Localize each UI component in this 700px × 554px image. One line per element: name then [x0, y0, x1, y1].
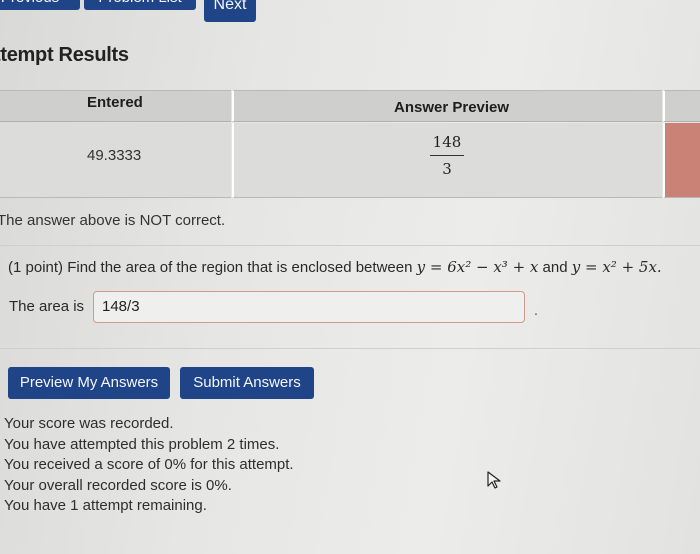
answer-preview-cell: 148 3	[232, 123, 662, 198]
problem-panel: (1 point) Find the area of the region th…	[0, 245, 700, 349]
problem-conjunction: and	[542, 259, 568, 276]
score-message: You have attempted this problem 2 times.	[4, 435, 280, 453]
column-header-entered: Entered	[0, 90, 231, 122]
previous-button[interactable]: Previous	[0, 0, 80, 10]
score-message: Your score was recorded.	[4, 415, 174, 432]
answer-input[interactable]: 148/3	[93, 291, 525, 323]
preview-answers-button[interactable]: Preview My Answers	[8, 367, 170, 399]
results-heading: ttempt Results	[0, 44, 129, 66]
incorrect-status-cell	[663, 123, 700, 198]
entered-value: 49.3333	[87, 147, 142, 164]
problem-statement: (1 point) Find the area of the region th…	[8, 258, 662, 276]
column-header-preview-label: Answer Preview	[394, 99, 510, 116]
column-header-answer-preview: Answer Preview	[232, 90, 662, 122]
curve1-rhs: 6x² − x³ + x	[447, 258, 539, 276]
problem-list-button[interactable]: Problem List	[84, 0, 196, 10]
results-table: Entered Answer Preview 49.3333 148 3	[0, 90, 700, 198]
column-header-entered-label: Entered	[87, 94, 143, 111]
curve2-lhs: y	[571, 258, 581, 276]
score-message: You have 1 attempt remaining.	[4, 497, 207, 514]
answer-label: The area is	[9, 298, 85, 315]
next-button[interactable]: Next	[204, 0, 256, 22]
submit-answers-button[interactable]: Submit Answers	[180, 367, 314, 399]
fraction-denominator: 3	[442, 160, 452, 178]
equals-sign-2: =	[580, 258, 603, 276]
answer-trailing-dot: .	[534, 302, 538, 318]
feedback-message: The answer above is NOT correct.	[0, 212, 226, 229]
entered-cell: 49.3333	[0, 123, 231, 198]
score-message: You received a score of 0% for this atte…	[4, 456, 294, 473]
equals-sign-1: =	[425, 258, 448, 276]
score-message: Your overall recorded score is 0%.	[4, 476, 232, 494]
curve2-rhs: x² + 5x.	[602, 258, 662, 276]
fraction-numerator: 148	[430, 133, 464, 156]
mouse-pointer-icon	[487, 471, 501, 489]
problem-points: (1 point)	[8, 259, 64, 276]
score-summary: Your score was recorded. You have attemp…	[4, 414, 294, 517]
problem-text: Find the area of the region that is encl…	[67, 259, 413, 276]
column-header-result	[663, 90, 700, 122]
answer-preview-fraction: 148 3	[430, 133, 464, 178]
curve1-lhs: y	[416, 258, 426, 276]
